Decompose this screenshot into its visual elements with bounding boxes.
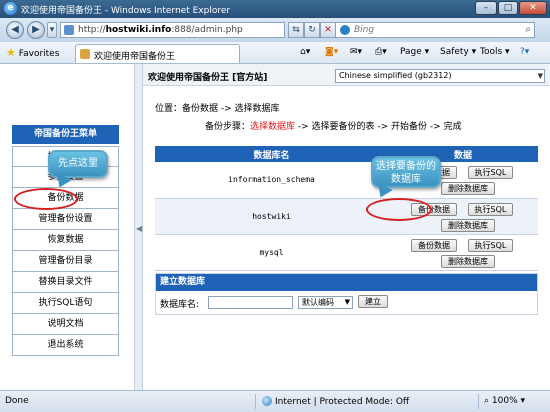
delete-db-button[interactable]: 删除数据库 xyxy=(441,182,495,195)
feeds-icon[interactable]: ◙▾ xyxy=(325,47,338,57)
status-text: Done xyxy=(5,396,29,406)
refresh-icon[interactable]: ↻ xyxy=(304,22,320,38)
database-table: 数据库名 数据 information_schema 备份数据 执行SQL 删除… xyxy=(155,146,538,271)
main-frame: 欢迎使用帝国备份王 [官方站] Chinese simplified (gb23… xyxy=(143,64,550,390)
close-button[interactable]: ✕ xyxy=(519,1,547,15)
column-header-db-name: 数据库名 xyxy=(155,146,388,162)
create-database-panel: 建立数据库 数据库名: 默认编码 ▼ 建立 xyxy=(155,273,538,315)
delete-db-button[interactable]: 删除数据库 xyxy=(441,218,495,232)
compatibility-view-icon[interactable]: ⇆ xyxy=(288,22,304,38)
callout-click-here: 先点这里 xyxy=(48,150,108,191)
tab-label: 欢迎使用帝国备份王 xyxy=(94,52,176,62)
ie-logo-icon: e xyxy=(4,2,17,15)
highlight-ellipse-backup-button xyxy=(366,198,432,221)
favorites-button[interactable]: ★ Favorites xyxy=(6,46,59,59)
sidebar-header: 帝国备份王菜单 xyxy=(12,125,119,144)
delete-db-button[interactable]: 删除数据库 xyxy=(441,254,495,268)
execute-sql-button[interactable]: 执行SQL xyxy=(467,238,514,252)
bing-logo-icon xyxy=(340,25,350,35)
actions-cell: 备份数据 执行SQL 删除数据库 xyxy=(388,234,538,271)
left-frame: 帝国备份王菜单 控制面板 参数设置 备份数据 管理备份设置 恢复数据 管理备份目… xyxy=(0,64,134,390)
status-divider xyxy=(478,394,479,409)
frame-splitter[interactable]: ◀ xyxy=(134,64,143,390)
chevron-down-icon: ▼ xyxy=(344,298,350,306)
minimize-button[interactable]: – xyxy=(475,1,497,15)
sidebar-item-manage-backup-settings[interactable]: 管理备份设置 xyxy=(12,209,119,230)
db-name-label: 数据库名: xyxy=(160,300,200,310)
home-icon[interactable]: ⌂▾ xyxy=(300,47,310,57)
maximize-button[interactable]: □ xyxy=(498,1,518,15)
sidebar-item-execute-sql[interactable]: 执行SQL语句 xyxy=(12,293,119,314)
table-row: information_schema 备份数据 执行SQL 删除数据库 xyxy=(155,162,538,199)
collapse-arrow-icon[interactable]: ◀ xyxy=(136,224,142,233)
print-icon[interactable]: ⎙▾ xyxy=(375,47,387,57)
star-icon: ★ xyxy=(6,46,16,59)
backup-steps: 备份步骤：选择数据库 -> 选择要备份的表 -> 开始备份 -> 完成 xyxy=(205,122,462,132)
db-name-cell: hostwiki xyxy=(155,198,388,235)
back-button[interactable]: ◀ xyxy=(6,21,24,39)
security-zone[interactable]: Internet | Protected Mode: Off xyxy=(262,396,409,407)
address-url: http://hostwiki.info:888/admin.php xyxy=(78,25,243,35)
encoding-select[interactable]: 默认编码 ▼ xyxy=(298,296,353,309)
backup-data-button[interactable]: 备份数据 xyxy=(411,238,457,252)
sidebar-item-docs[interactable]: 说明文档 xyxy=(12,314,119,335)
window-title-bar: e 欢迎使用帝国备份王 - Windows Internet Explorer … xyxy=(0,0,550,18)
sidebar-item-manage-backup-dir[interactable]: 管理备份目录 xyxy=(12,251,119,272)
location-breadcrumb: 位置：备份数据 -> 选择数据库 xyxy=(155,104,280,114)
site-header: 欢迎使用帝国备份王 [官方站] Chinese simplified (gb23… xyxy=(143,64,550,86)
search-input[interactable]: Bing ⌕ xyxy=(335,22,535,38)
callout-select-database: 选择要备份的 数据库 xyxy=(371,156,441,201)
table-row: mysql 备份数据 执行SQL 删除数据库 xyxy=(155,234,538,271)
browser-tab[interactable]: 欢迎使用帝国备份王 xyxy=(75,44,240,63)
safety-menu[interactable]: Safety ▾ xyxy=(440,47,476,57)
current-step: 选择数据库 xyxy=(250,122,296,132)
site-title: 欢迎使用帝国备份王 [官方站] xyxy=(148,73,268,83)
read-mail-icon[interactable]: ✉▾ xyxy=(350,47,362,57)
execute-sql-button[interactable]: 执行SQL xyxy=(467,202,514,216)
page-menu[interactable]: Page ▾ xyxy=(400,47,429,57)
search-placeholder: Bing xyxy=(354,25,375,35)
forward-button[interactable]: ▶ xyxy=(27,21,45,39)
sidebar-item-replace-files[interactable]: 替换目录文件 xyxy=(12,272,119,293)
db-name-cell: information_schema xyxy=(155,162,388,199)
db-name-input[interactable] xyxy=(208,296,293,309)
table-row: hostwiki 备份数据 执行SQL 删除数据库 xyxy=(155,198,538,235)
chevron-down-icon: ▼ xyxy=(537,72,543,80)
page-icon xyxy=(64,25,74,35)
address-toolbar: ◀ ▶ ▾ http://hostwiki.info:888/admin.php… xyxy=(0,18,550,42)
sidebar-item-restore[interactable]: 恢复数据 xyxy=(12,230,119,251)
tab-favicon-icon xyxy=(80,49,90,59)
zoom-level[interactable]: ⌕ 100% ▾ xyxy=(484,396,525,406)
address-field[interactable]: http://hostwiki.info:888/admin.php xyxy=(60,22,285,38)
help-icon[interactable]: ?▾ xyxy=(520,47,529,57)
stop-icon[interactable]: ✕ xyxy=(320,22,336,38)
execute-sql-button[interactable]: 执行SQL xyxy=(467,166,514,179)
create-database-button[interactable]: 建立 xyxy=(358,295,388,308)
search-icon[interactable]: ⌕ xyxy=(525,24,531,35)
language-select[interactable]: Chinese simplified (gb2312) ▼ xyxy=(335,69,545,83)
page-viewport: 帝国备份王菜单 控制面板 参数设置 备份数据 管理备份设置 恢复数据 管理备份目… xyxy=(0,64,550,390)
db-name-cell: mysql xyxy=(155,234,388,271)
tools-menu[interactable]: Tools ▾ xyxy=(480,47,510,57)
status-divider xyxy=(255,394,256,409)
globe-icon xyxy=(262,396,272,406)
create-database-title: 建立数据库 xyxy=(156,274,537,291)
window-title: 欢迎使用帝国备份王 - Windows Internet Explorer xyxy=(21,6,231,16)
highlight-ellipse-backup-menu xyxy=(14,188,78,210)
status-bar: Done Internet | Protected Mode: Off ⌕ 10… xyxy=(0,390,550,412)
command-bar: ★ Favorites 欢迎使用帝国备份王 ⌂▾ ◙▾ ✉▾ ⎙▾ Page ▾… xyxy=(0,42,550,64)
history-dropdown-button[interactable]: ▾ xyxy=(47,22,57,38)
sidebar-item-logout[interactable]: 退出系统 xyxy=(12,335,119,356)
